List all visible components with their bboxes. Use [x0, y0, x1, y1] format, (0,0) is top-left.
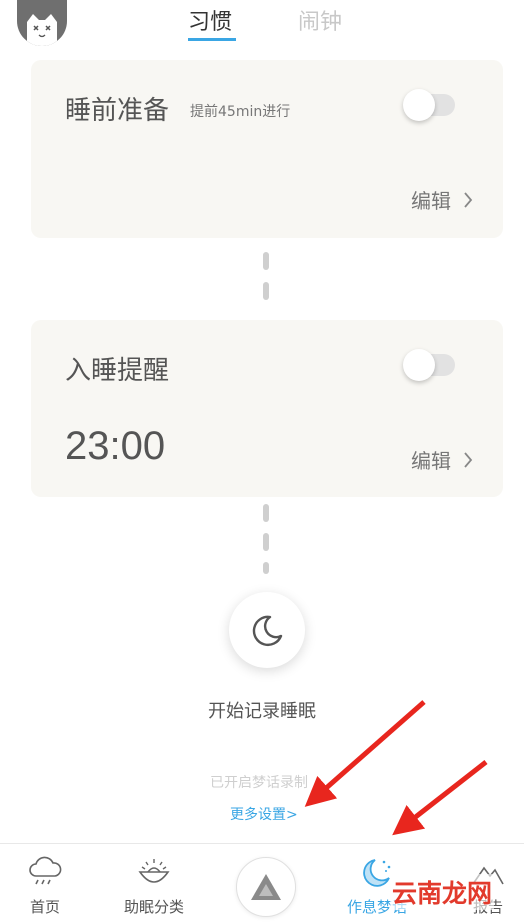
prep-title: 睡前准备: [65, 96, 170, 126]
toggle-knob: [403, 89, 435, 121]
prep-toggle[interactable]: [403, 89, 455, 121]
prep-edit-button[interactable]: 编辑: [411, 185, 473, 214]
watermark: 云南龙网: [390, 874, 495, 910]
nav-label-home: 首页: [29, 898, 60, 916]
prep-subtitle: 提前45min进行: [190, 104, 291, 120]
edit-label: 编辑: [411, 449, 451, 473]
toggle-knob: [403, 349, 435, 381]
timeline-dash: [263, 282, 269, 300]
triangle-icon: [251, 874, 281, 900]
prep-card: 睡前准备 提前45min进行 编辑: [31, 60, 503, 238]
dream-record-status: 已开启梦话录制: [210, 775, 308, 791]
chevron-right-icon: [464, 191, 473, 208]
cat-avatar-icon: [27, 14, 57, 46]
tab-alarm[interactable]: 闹钟: [298, 0, 408, 46]
more-settings-link[interactable]: 更多设置>: [230, 804, 298, 824]
timeline-dash: [263, 504, 269, 522]
moon-icon: [252, 615, 283, 647]
timeline-dash: [263, 533, 269, 551]
nav-item-home[interactable]: 首页: [0, 844, 90, 922]
top-tabs: 习惯 闹钟: [188, 0, 408, 46]
nav-item-sleep-aid[interactable]: 助眠分类: [109, 844, 199, 922]
arrow-nav-dream: [392, 760, 488, 836]
cloud-rain-icon: [29, 856, 62, 885]
chevron-right-icon: [464, 451, 473, 468]
reminder-time[interactable]: 23:00: [65, 424, 165, 469]
edit-label: 编辑: [411, 189, 451, 213]
nav-label-sleep-aid: 助眠分类: [123, 898, 184, 916]
avatar[interactable]: [17, 0, 67, 46]
reminder-edit-button[interactable]: 编辑: [411, 445, 473, 474]
start-sleep-label: 开始记录睡眠: [208, 701, 316, 722]
start-sleep-button[interactable]: [229, 592, 305, 668]
center-play-button[interactable]: [236, 857, 296, 917]
reminder-card: 入睡提醒 23:00 编辑: [31, 320, 503, 497]
bowl-icon: [138, 859, 170, 883]
reminder-toggle[interactable]: [403, 349, 455, 381]
timeline-dash: [263, 252, 269, 270]
timeline-dash: [263, 562, 269, 574]
reminder-title: 入睡提醒: [65, 356, 170, 386]
tab-habit[interactable]: 习惯: [188, 0, 298, 46]
